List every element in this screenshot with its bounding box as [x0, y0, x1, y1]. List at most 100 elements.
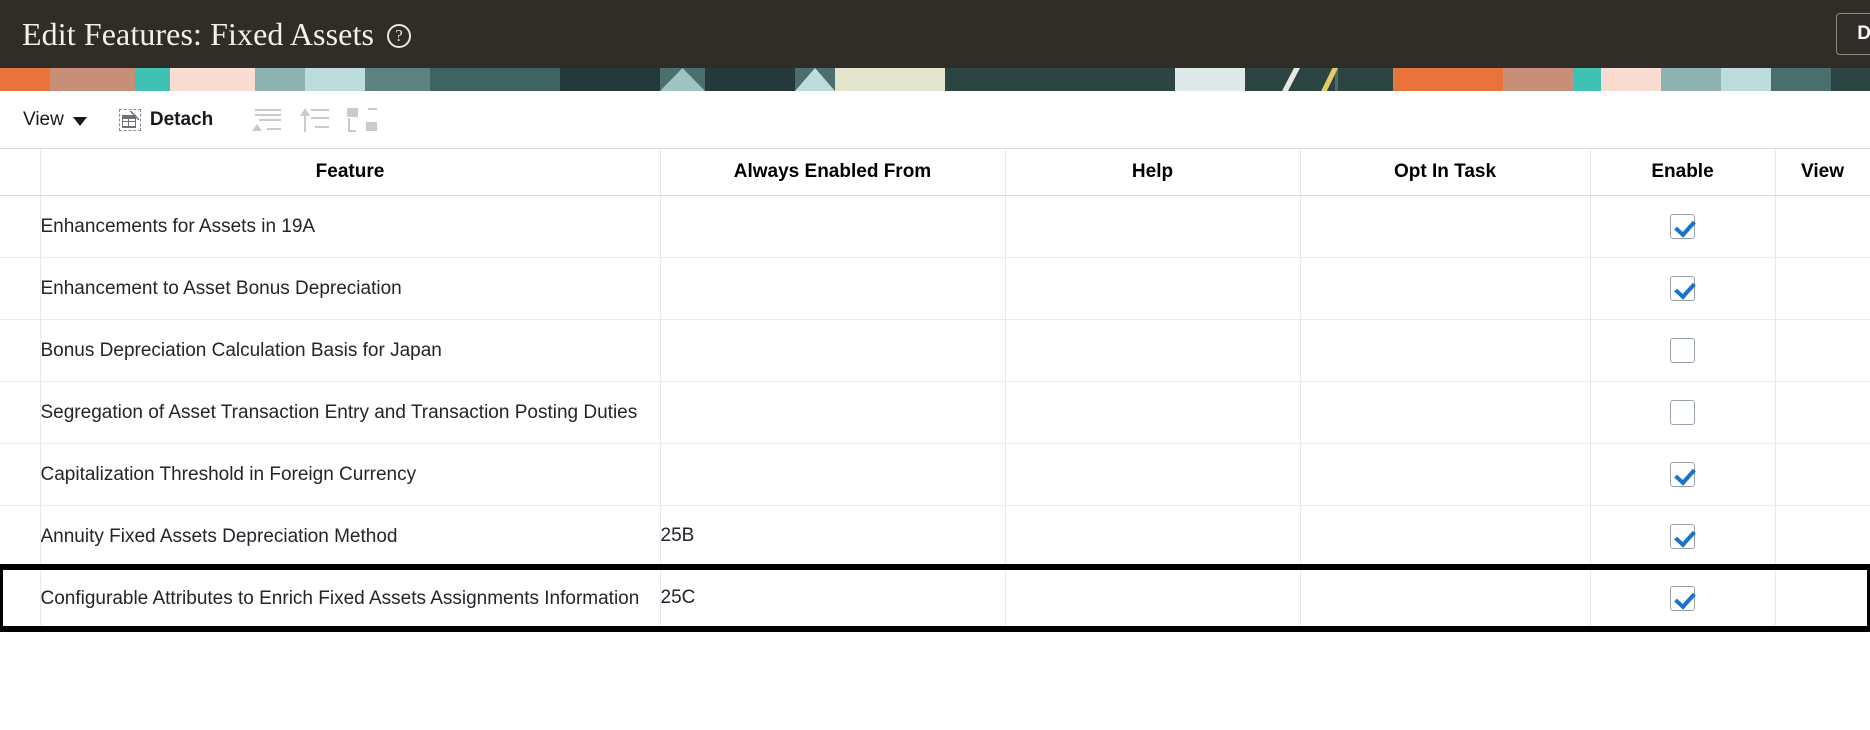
banner-segment [305, 68, 365, 91]
cell-help [1005, 567, 1301, 630]
cell-always-enabled-from [660, 443, 1006, 506]
banner-segment [1831, 68, 1870, 91]
banner-segment [1338, 68, 1393, 91]
cell-opt-in-task [1300, 381, 1591, 444]
row-gutter-cell [0, 443, 41, 506]
cell-enable [1590, 319, 1776, 382]
cell-always-enabled-from: 25B [660, 505, 1006, 568]
cell-feature-name: Bonus Depreciation Calculation Basis for… [40, 319, 661, 382]
cell-enable [1590, 505, 1776, 568]
banner-segment [170, 68, 255, 91]
table-row[interactable]: Segregation of Asset Transaction Entry a… [0, 381, 1870, 444]
banner-segment [430, 68, 560, 91]
done-button[interactable]: D [1836, 13, 1870, 55]
cell-opt-in-task [1300, 257, 1591, 320]
cell-feature-name: Annuity Fixed Assets Depreciation Method [40, 505, 661, 568]
table-toolbar: View Detach [0, 91, 1870, 148]
cell-always-enabled-from [660, 195, 1006, 258]
decorative-banner [0, 68, 1870, 91]
banner-segment [1573, 68, 1601, 91]
enable-checkbox-unchecked[interactable] [1670, 337, 1695, 363]
table-header: Feature Always Enabled From Help Opt In … [0, 149, 1870, 196]
banner-segment [135, 68, 170, 91]
cell-help [1005, 257, 1301, 320]
cell-help [1005, 381, 1301, 444]
title-group: Edit Features: Fixed Assets ? [22, 16, 412, 53]
banner-segment [945, 68, 1175, 91]
table-row[interactable]: Configurable Attributes to Enrich Fixed … [0, 564, 1870, 632]
table-row[interactable]: Capitalization Threshold in Foreign Curr… [0, 443, 1870, 506]
table-row[interactable]: Enhancement to Asset Bonus Depreciation [0, 257, 1870, 320]
cell-feature-name: Enhancement to Asset Bonus Depreciation [40, 257, 661, 320]
cell-help [1005, 195, 1301, 258]
cell-feature-name: Segregation of Asset Transaction Entry a… [40, 381, 661, 444]
table-row[interactable]: Annuity Fixed Assets Depreciation Method… [0, 505, 1870, 568]
enable-checkbox-checked[interactable] [1670, 585, 1695, 611]
cell-enable [1590, 381, 1776, 444]
cell-help [1005, 505, 1301, 568]
row-gutter-cell [0, 195, 41, 258]
cell-opt-in-task [1300, 195, 1591, 258]
cell-enable [1590, 567, 1776, 630]
cell-view [1775, 257, 1870, 320]
banner-segment [365, 68, 430, 91]
column-header-enable[interactable]: Enable [1590, 149, 1776, 196]
cell-view [1775, 195, 1870, 258]
enable-checkbox-checked[interactable] [1670, 213, 1695, 239]
banner-segment [255, 68, 305, 91]
column-header-always-enabled-from[interactable]: Always Enabled From [660, 149, 1006, 196]
cell-always-enabled-from: 25C [660, 567, 1006, 630]
expand-all-icon[interactable] [299, 107, 330, 133]
banner-segment [835, 68, 945, 91]
app-header: Edit Features: Fixed Assets ? D [0, 0, 1870, 68]
row-gutter-cell [0, 381, 41, 444]
table-header-row: Feature Always Enabled From Help Opt In … [0, 149, 1870, 196]
cell-opt-in-task [1300, 567, 1591, 630]
table-row[interactable]: Enhancements for Assets in 19A [0, 195, 1870, 258]
cell-always-enabled-from [660, 257, 1006, 320]
help-circle-icon[interactable]: ? [387, 23, 412, 48]
collapse-all-icon[interactable] [251, 107, 282, 133]
cell-view [1775, 319, 1870, 382]
view-menu-button[interactable]: View [23, 109, 119, 131]
row-gutter-cell [0, 505, 41, 568]
banner-segment [1175, 68, 1245, 91]
row-gutter-cell [0, 319, 41, 382]
chevron-down-icon [72, 116, 87, 126]
cell-opt-in-task [1300, 443, 1591, 506]
cell-help [1005, 319, 1301, 382]
column-header-help[interactable]: Help [1005, 149, 1301, 196]
header-actions: D [1836, 13, 1870, 55]
banner-segment [1601, 68, 1661, 91]
enable-checkbox-checked[interactable] [1670, 461, 1695, 487]
table-row[interactable]: Bonus Depreciation Calculation Basis for… [0, 319, 1870, 382]
detach-label: Detach [149, 108, 214, 130]
banner-segment [1503, 68, 1573, 91]
cell-view [1775, 505, 1870, 568]
tree-hierarchy-icon[interactable] [347, 107, 378, 133]
cell-feature-name: Configurable Attributes to Enrich Fixed … [40, 567, 661, 630]
cell-feature-name: Enhancements for Assets in 19A [40, 195, 661, 258]
detach-button[interactable]: Detach [118, 108, 251, 131]
table-body: Enhancements for Assets in 19A Enhancemen… [0, 195, 1870, 632]
banner-segment [1393, 68, 1503, 91]
enable-checkbox-checked[interactable] [1670, 275, 1695, 301]
banner-segment [705, 68, 795, 91]
cell-always-enabled-from [660, 381, 1006, 444]
cell-opt-in-task [1300, 505, 1591, 568]
enable-checkbox-unchecked[interactable] [1670, 399, 1695, 425]
features-table-container: Feature Always Enabled From Help Opt In … [0, 148, 1870, 632]
banner-segment [660, 68, 705, 91]
banner-segment [0, 68, 50, 91]
banner-segment [50, 68, 135, 91]
banner-segment [795, 68, 835, 91]
features-table: Feature Always Enabled From Help Opt In … [0, 149, 1870, 632]
enable-checkbox-checked[interactable] [1670, 523, 1695, 549]
detach-icon [118, 108, 141, 131]
column-header-feature[interactable]: Feature [40, 149, 661, 196]
column-header-view[interactable]: View [1775, 149, 1870, 196]
cell-view [1775, 567, 1870, 630]
cell-enable [1590, 257, 1776, 320]
column-header-opt-in-task[interactable]: Opt In Task [1300, 149, 1591, 196]
cell-view [1775, 443, 1870, 506]
